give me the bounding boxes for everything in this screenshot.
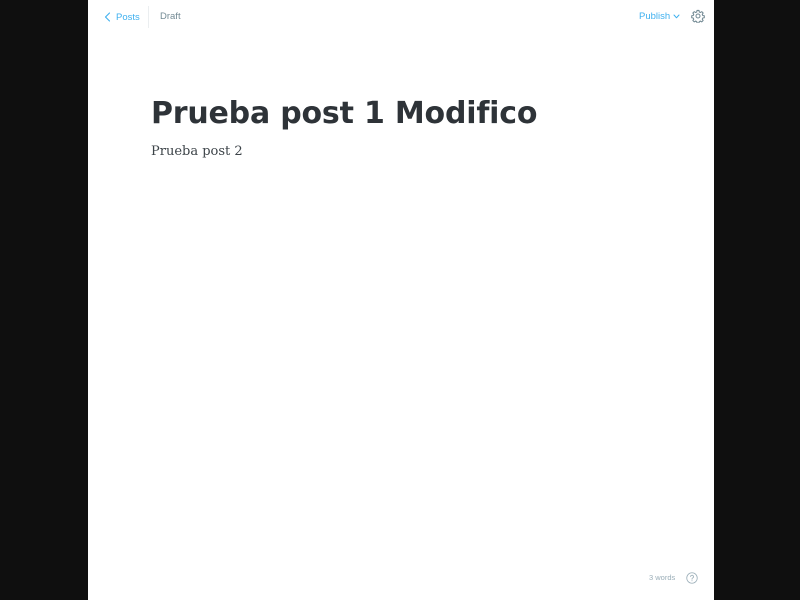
back-to-posts-link[interactable]: Posts [104,10,140,24]
word-count: 3 words [649,573,676,582]
chevron-down-icon [673,14,680,19]
publish-label: Publish [639,11,671,22]
post-title[interactable]: Prueba post 1 Modifico [151,92,651,136]
editor-canvas: Posts Draft Publish Prueba post 1 Modifi… [88,0,714,600]
header-divider [148,6,149,28]
editor-header: Posts Draft Publish [88,0,714,34]
back-link-label: Posts [116,11,140,23]
help-button[interactable] [686,571,698,584]
settings-button[interactable] [691,9,705,24]
gear-icon [691,9,705,24]
post-status: Draft [160,11,181,22]
question-circle-icon [686,572,698,584]
post-body[interactable]: Prueba post 2 [151,142,651,162]
publish-button[interactable]: Publish [639,11,680,22]
post-content: Prueba post 1 Modifico Prueba post 2 [151,92,651,162]
chevron-left-icon [104,12,111,22]
